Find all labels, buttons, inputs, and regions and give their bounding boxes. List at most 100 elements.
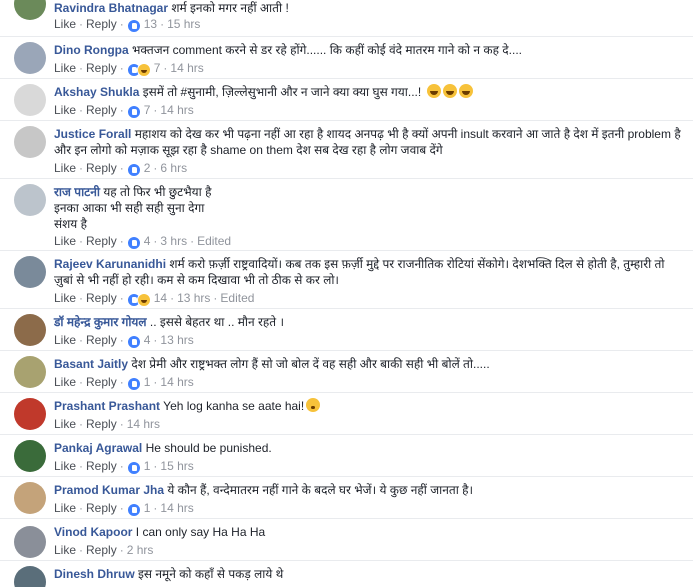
comment-time[interactable]: 14 hrs	[160, 103, 193, 117]
comment-time[interactable]: 15 hrs	[167, 17, 200, 31]
reaction-count[interactable]: 1	[141, 501, 151, 515]
reply-link[interactable]: Reply	[86, 501, 117, 515]
comment-author[interactable]: राज पाटनी	[54, 185, 100, 199]
comment-author[interactable]: Dino Rongpa	[54, 43, 129, 57]
comment-text: भक्तजन comment करने से डर रहे होंगे.....…	[132, 43, 523, 57]
avatar[interactable]	[14, 256, 46, 288]
like-link[interactable]: Like	[54, 61, 76, 75]
reaction-count[interactable]: 14	[151, 291, 167, 305]
comment-author[interactable]: Pramod Kumar Jha	[54, 483, 164, 497]
reaction-count[interactable]: 7	[141, 103, 151, 117]
like-link[interactable]: Like	[54, 375, 76, 389]
comment-author[interactable]: Akshay Shukla	[54, 85, 139, 99]
comment-text: महाशय को देख कर भी पढ़ना नहीं आ रहा है श…	[54, 127, 681, 157]
divider	[0, 178, 693, 179]
reaction-count[interactable]: 13	[141, 17, 157, 31]
divider	[0, 560, 693, 561]
reaction-count[interactable]: 1	[141, 459, 151, 473]
like-link[interactable]: Like	[54, 417, 76, 431]
reply-link[interactable]: Reply	[86, 543, 117, 557]
comment-author[interactable]: डॉ महेन्द्र कुमार गोयल	[54, 315, 147, 329]
comment-author[interactable]: Dinesh Dhruw	[54, 567, 135, 581]
comment-text: देश प्रेमी और राष्ट्रभक्त लोग हैं सो जो …	[131, 357, 490, 371]
reaction-like-icon[interactable]	[126, 335, 141, 351]
like-link[interactable]: Like	[54, 103, 76, 117]
like-link[interactable]: Like	[54, 459, 76, 473]
comment-author[interactable]: Vinod Kapoor	[54, 525, 132, 539]
reaction-like-icon[interactable]	[126, 377, 141, 393]
reaction-count[interactable]: 4	[141, 234, 151, 248]
avatar[interactable]	[14, 42, 46, 74]
reaction-icons[interactable]	[126, 63, 151, 79]
divider	[0, 350, 693, 351]
comment-author[interactable]: Rajeev Karunanidhi	[54, 257, 166, 271]
comment-text-line: संशय है	[54, 217, 87, 231]
like-link[interactable]: Like	[54, 333, 76, 347]
comment-time[interactable]: 2 hrs	[127, 543, 154, 557]
avatar[interactable]	[14, 398, 46, 430]
reaction-like-icon[interactable]	[126, 19, 141, 35]
comment-time[interactable]: 14 hrs	[170, 61, 203, 75]
like-link[interactable]: Like	[54, 543, 76, 557]
reply-link[interactable]: Reply	[86, 291, 117, 305]
comment-text: यह तो फिर भी छुटभैया है	[103, 185, 212, 199]
avatar[interactable]	[14, 482, 46, 514]
reply-link[interactable]: Reply	[86, 417, 117, 431]
divider	[0, 518, 693, 519]
reply-link[interactable]: Reply	[86, 333, 117, 347]
comment-actions: Like · Reply · 2 hrs	[54, 543, 154, 557]
comment-text: इस नमूने को कहाँ से पकड़ लाये थे	[138, 567, 284, 581]
comment-author[interactable]: Pankaj Agrawal	[54, 441, 142, 455]
reaction-like-icon[interactable]	[126, 503, 141, 519]
avatar[interactable]	[14, 440, 46, 472]
laughing-emoji-icon	[458, 84, 473, 98]
reply-link[interactable]: Reply	[86, 103, 117, 117]
avatar[interactable]	[14, 0, 46, 20]
comment-time[interactable]: 14 hrs	[160, 375, 193, 389]
avatar[interactable]	[14, 356, 46, 388]
edited-label[interactable]: Edited	[220, 291, 254, 305]
reaction-like-icon[interactable]	[126, 105, 141, 121]
reply-link[interactable]: Reply	[86, 61, 117, 75]
comment-time[interactable]: 15 hrs	[160, 459, 193, 473]
avatar[interactable]	[14, 526, 46, 558]
reply-link[interactable]: Reply	[86, 234, 117, 248]
avatar[interactable]	[14, 184, 46, 216]
like-link[interactable]: Like	[54, 17, 76, 31]
reaction-count[interactable]: 1	[141, 375, 151, 389]
comment-time[interactable]: 13 hrs	[177, 291, 210, 305]
comment-actions: Like · Reply · 2 · 6 hrs	[54, 160, 187, 179]
comment-time[interactable]: 14 hrs	[127, 417, 160, 431]
reaction-like-icon[interactable]	[126, 163, 141, 179]
reply-link[interactable]: Reply	[86, 459, 117, 473]
divider	[0, 392, 693, 393]
reaction-like-icon[interactable]	[126, 461, 141, 477]
comment-author[interactable]: Justice Forall	[54, 127, 131, 141]
reply-link[interactable]: Reply	[86, 375, 117, 389]
reaction-count[interactable]: 7	[151, 61, 161, 75]
avatar[interactable]	[14, 126, 46, 158]
like-link[interactable]: Like	[54, 501, 76, 515]
comment-time[interactable]: 6 hrs	[160, 161, 187, 175]
like-link[interactable]: Like	[54, 161, 76, 175]
comment-time[interactable]: 14 hrs	[160, 501, 193, 515]
comment-time[interactable]: 13 hrs	[160, 333, 193, 347]
edited-label[interactable]: Edited	[197, 234, 231, 248]
laughing-emoji-icon	[442, 84, 457, 98]
comment-time[interactable]: 3 hrs	[160, 234, 187, 248]
like-link[interactable]: Like	[54, 234, 76, 248]
comment-author[interactable]: Prashant Prashant	[54, 399, 160, 413]
avatar[interactable]	[14, 566, 46, 587]
like-link[interactable]: Like	[54, 291, 76, 305]
comment-text: इसमें तो #सुनामी, ज़िल्लेसुभानी और न जान…	[142, 85, 422, 99]
avatar[interactable]	[14, 84, 46, 116]
comment-author[interactable]: Ravindra Bhatnagar	[54, 1, 168, 15]
comment-text: शर्म इनको मगर नहीं आती !	[171, 1, 289, 15]
reaction-icons[interactable]	[126, 293, 151, 309]
reply-link[interactable]: Reply	[86, 161, 117, 175]
comment-author[interactable]: Basant Jaitly	[54, 357, 128, 371]
reaction-count[interactable]: 2	[141, 161, 151, 175]
reply-link[interactable]: Reply	[86, 17, 117, 31]
avatar[interactable]	[14, 314, 46, 346]
reaction-count[interactable]: 4	[141, 333, 151, 347]
